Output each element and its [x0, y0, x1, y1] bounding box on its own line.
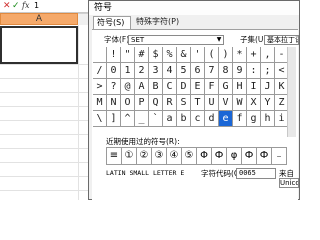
- symbol-cell[interactable]: B: [149, 79, 163, 95]
- symbol-cell[interactable]: Q: [149, 95, 163, 111]
- recent-symbols-label: 近期使用过的符号(R):: [106, 137, 180, 146]
- symbol-cell[interactable]: 2: [135, 63, 149, 79]
- recent-symbol-cell[interactable]: ①: [121, 147, 137, 165]
- column-divider: [78, 25, 79, 200]
- symbol-cell[interactable]: %: [163, 47, 177, 63]
- symbol-cell[interactable]: g: [247, 111, 261, 127]
- subset-value: 基本拉丁语: [267, 36, 299, 44]
- symbol-cell[interactable]: @: [121, 79, 135, 95]
- tab-symbols[interactable]: 符号(S): [93, 16, 131, 29]
- recent-symbol-cell[interactable]: ③: [151, 147, 167, 165]
- symbol-cell[interactable]: J: [261, 79, 275, 95]
- symbol-cell[interactable]: A: [135, 79, 149, 95]
- symbol-cell[interactable]: c: [191, 111, 205, 127]
- symbol-cell[interactable]: ,: [261, 47, 275, 63]
- symbol-cell[interactable]: 9: [233, 63, 247, 79]
- from-select[interactable]: Unicode: [279, 178, 299, 188]
- chevron-down-icon: ▼: [216, 36, 222, 43]
- symbol-cell[interactable]: b: [177, 111, 191, 127]
- symbol-cell[interactable]: (: [205, 47, 219, 63]
- symbol-cell[interactable]: 7: [205, 63, 219, 79]
- symbol-cell[interactable]: ': [191, 47, 205, 63]
- symbol-cell[interactable]: O: [121, 95, 135, 111]
- recent-symbol-cell[interactable]: Ф: [256, 147, 272, 165]
- symbol-cell[interactable]: ": [121, 47, 135, 63]
- symbol-cell[interactable]: a: [163, 111, 177, 127]
- font-value: SET: [131, 36, 145, 44]
- formula-input[interactable]: 1: [34, 0, 39, 12]
- symbol-cell[interactable]: &: [177, 47, 191, 63]
- insert-function-icon[interactable]: fx: [22, 0, 29, 12]
- recent-symbol-cell[interactable]: ₋: [271, 147, 287, 165]
- selected-cell[interactable]: [0, 26, 78, 64]
- symbol-cell[interactable]: ;: [261, 63, 275, 79]
- symbol-cell[interactable]: !: [107, 47, 121, 63]
- symbol-cell[interactable]: >: [93, 79, 107, 95]
- symbol-cell[interactable]: \: [93, 111, 107, 127]
- symbol-cell[interactable]: V: [219, 95, 233, 111]
- tab-special-characters[interactable]: 特殊字符(P): [133, 16, 183, 29]
- symbol-cell[interactable]: [93, 47, 107, 63]
- symbol-cell[interactable]: #: [135, 47, 149, 63]
- symbol-cell[interactable]: I: [247, 79, 261, 95]
- symbol-cell[interactable]: R: [163, 95, 177, 111]
- symbol-cell[interactable]: G: [219, 79, 233, 95]
- symbol-cell[interactable]: M: [93, 95, 107, 111]
- column-header-a[interactable]: A: [0, 13, 78, 25]
- symbol-cell[interactable]: f: [233, 111, 247, 127]
- font-select[interactable]: SET ▼: [128, 35, 224, 45]
- symbol-cell[interactable]: H: [233, 79, 247, 95]
- symbol-cell[interactable]: N: [107, 95, 121, 111]
- subset-select[interactable]: 基本拉丁语: [264, 35, 299, 45]
- symbol-cell[interactable]: d: [205, 111, 219, 127]
- cancel-icon[interactable]: ✕: [3, 0, 11, 12]
- enter-icon[interactable]: ✓: [12, 0, 20, 12]
- recent-symbol-cell[interactable]: ≡: [106, 147, 122, 165]
- symbol-cell[interactable]: ): [219, 47, 233, 63]
- recent-symbol-cell[interactable]: ④: [166, 147, 182, 165]
- symbol-cell[interactable]: 8: [219, 63, 233, 79]
- symbol-cell[interactable]: ?: [107, 79, 121, 95]
- dialog-title: 符号: [94, 3, 113, 13]
- symbol-cell[interactable]: +: [247, 47, 261, 63]
- recent-symbol-cell[interactable]: ②: [136, 147, 152, 165]
- symbol-cell[interactable]: X: [247, 95, 261, 111]
- symbol-cell[interactable]: E: [191, 79, 205, 95]
- recent-symbol-cell[interactable]: ⑤: [181, 147, 197, 165]
- symbol-cell[interactable]: W: [233, 95, 247, 111]
- symbol-cell[interactable]: 5: [177, 63, 191, 79]
- symbol-cell[interactable]: e: [219, 111, 233, 127]
- symbol-cell[interactable]: 0: [107, 63, 121, 79]
- symbol-cell[interactable]: 6: [191, 63, 205, 79]
- recent-symbol-cell[interactable]: Ф: [241, 147, 257, 165]
- character-code-input[interactable]: 0065: [236, 168, 276, 179]
- recent-symbol-cell[interactable]: Ф: [211, 147, 227, 165]
- symbol-cell[interactable]: 1: [121, 63, 135, 79]
- symbol-grid-scrollbar[interactable]: [287, 47, 296, 137]
- recent-symbol-cell[interactable]: Φ: [196, 147, 212, 165]
- symbol-cell[interactable]: :: [247, 63, 261, 79]
- dialog-titlebar[interactable]: 符号: [89, 1, 299, 15]
- symbol-cell[interactable]: ^: [121, 111, 135, 127]
- symbol-cell[interactable]: 4: [163, 63, 177, 79]
- symbol-cell[interactable]: S: [177, 95, 191, 111]
- symbol-cell[interactable]: /: [93, 63, 107, 79]
- symbol-cell[interactable]: *: [233, 47, 247, 63]
- symbol-cell[interactable]: 3: [149, 63, 163, 79]
- character-name: LATIN SMALL LETTER E: [106, 169, 185, 177]
- symbol-cell[interactable]: `: [149, 111, 163, 127]
- symbol-cell[interactable]: ]: [107, 111, 121, 127]
- symbol-cell[interactable]: P: [135, 95, 149, 111]
- symbol-cell[interactable]: U: [205, 95, 219, 111]
- recent-symbol-cell[interactable]: φ: [226, 147, 242, 165]
- symbol-cell[interactable]: Y: [261, 95, 275, 111]
- symbol-cell[interactable]: F: [205, 79, 219, 95]
- symbol-cell[interactable]: _: [135, 111, 149, 127]
- symbol-cell[interactable]: T: [191, 95, 205, 111]
- symbol-cell[interactable]: C: [163, 79, 177, 95]
- symbol-cell[interactable]: D: [177, 79, 191, 95]
- symbol-cell[interactable]: h: [261, 111, 275, 127]
- symbol-cell[interactable]: $: [149, 47, 163, 63]
